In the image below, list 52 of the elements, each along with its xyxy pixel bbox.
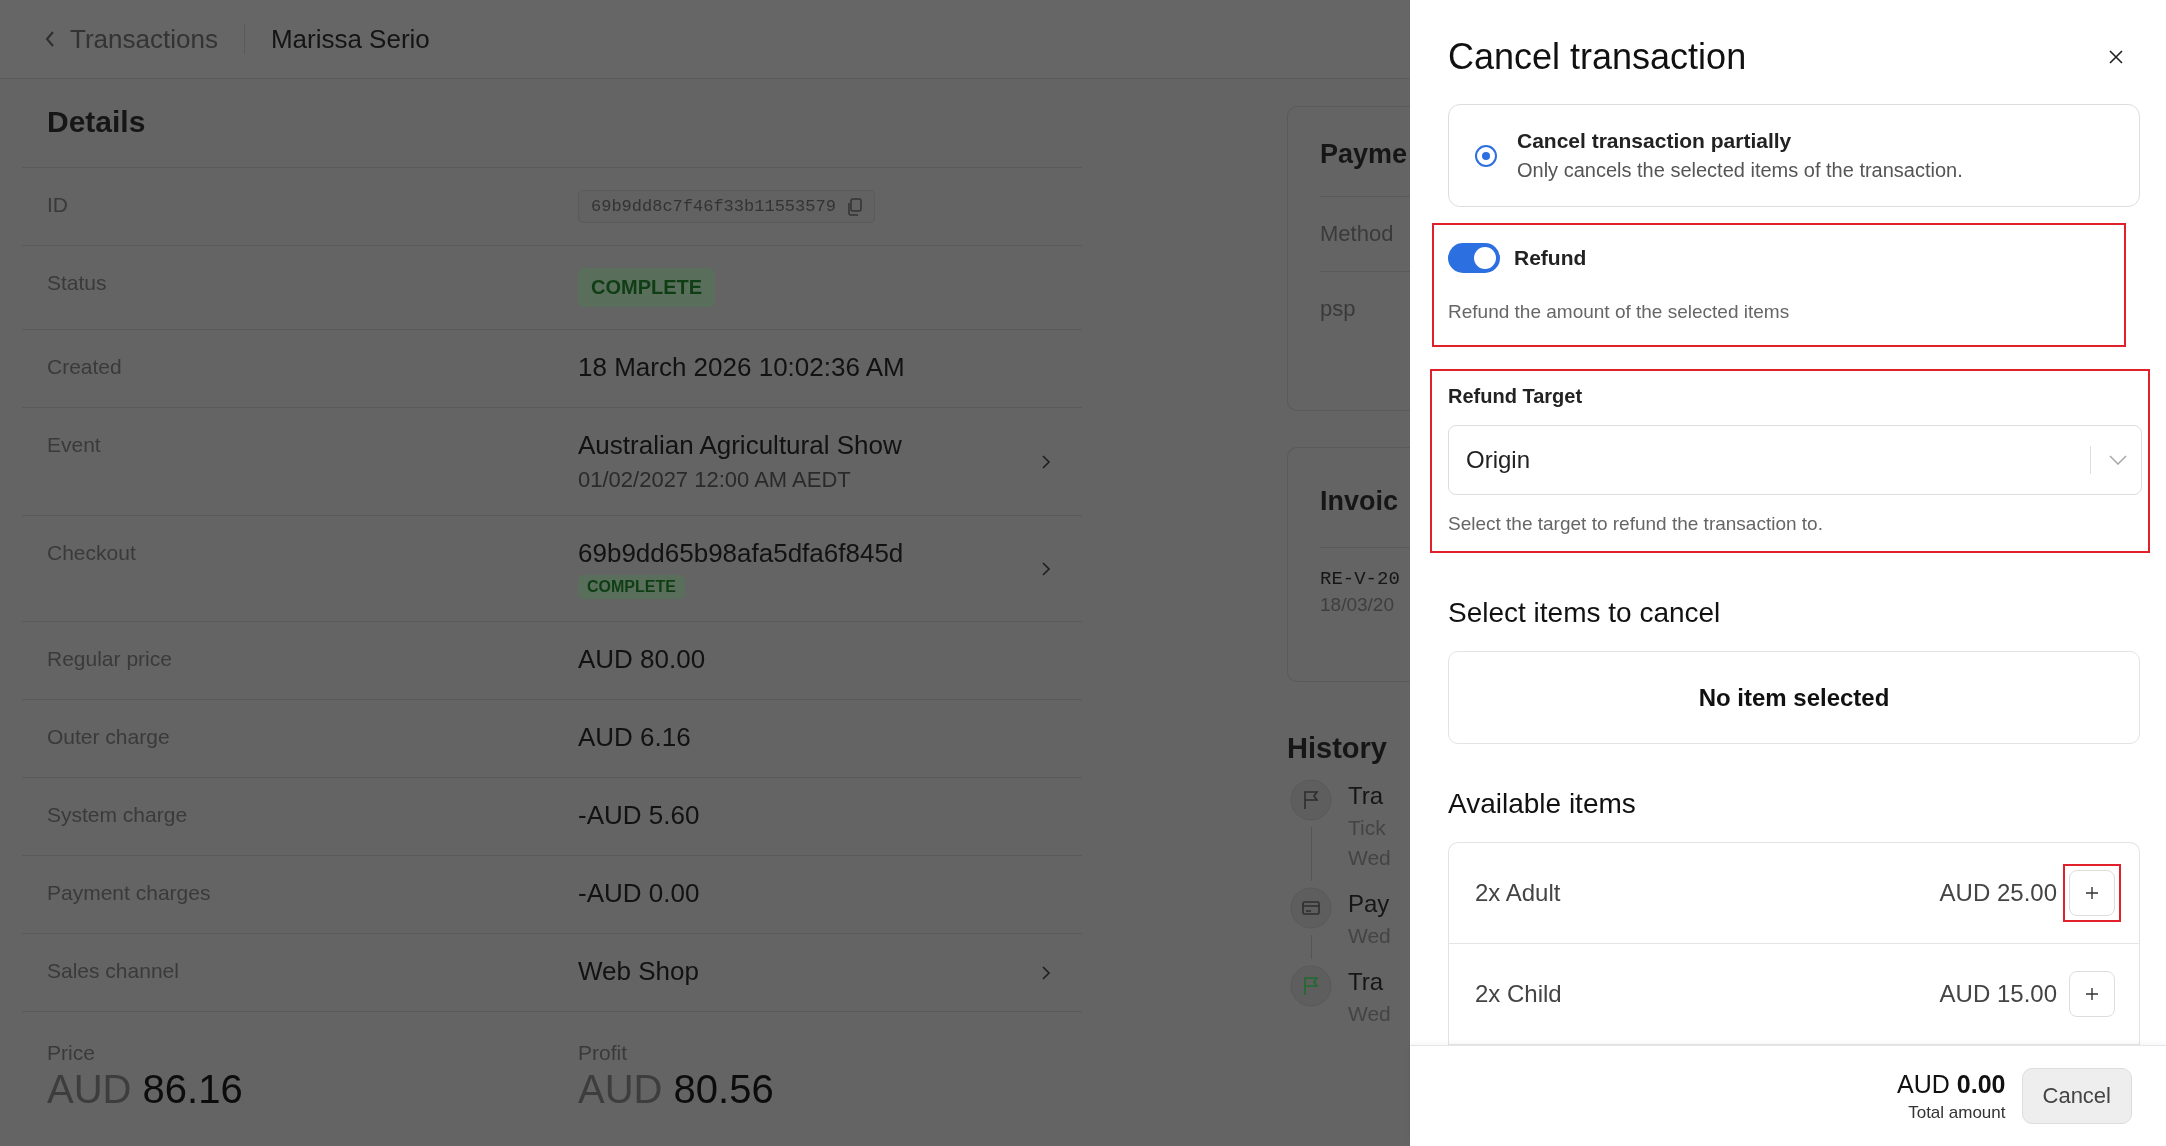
section-title: Select items to cancel	[1448, 597, 1722, 629]
option-label: Cancel transaction partially	[1517, 129, 1793, 153]
status-badge: COMPLETE	[578, 268, 716, 307]
item-price: AUD 15.00	[1939, 980, 2057, 1008]
total-caption: Total amount	[1908, 1102, 2006, 1123]
chevron-right-icon[interactable]	[1041, 453, 1051, 470]
invoice-number: RE-V-20	[1320, 568, 1401, 590]
close-icon	[2108, 49, 2124, 65]
plus-icon	[2085, 987, 2099, 1001]
empty-message: No item selected	[1698, 683, 1890, 712]
plus-icon	[2085, 886, 2099, 900]
helper-text: Select the target to refund the transaction to.	[1448, 512, 1824, 536]
cancel-button[interactable]: Cancel	[2021, 1068, 2132, 1124]
chevron-left-icon	[44, 29, 56, 49]
item-price: AUD 25.00	[1939, 879, 2057, 907]
item-name: 2x Child	[1475, 980, 1563, 1008]
chevron-right-icon[interactable]	[1041, 560, 1051, 577]
field-value: Australian Agricultural Show	[578, 430, 902, 461]
field-value: AUD 6.16	[578, 722, 691, 753]
helper-text: Refund the amount of the selected items	[1448, 300, 1791, 324]
field-subtitle: 01/02/2027 12:00 AM AEDT	[578, 467, 851, 493]
field-value: -AUD 0.00	[578, 878, 700, 909]
toggle-label: Refund	[1514, 245, 1587, 271]
field-value: 18 March 2026 10:02:36 AM	[578, 352, 905, 383]
field-value: AUD 80.00	[578, 644, 706, 675]
option-description: Only cancels the selected items of the transaction.	[1517, 159, 1963, 182]
history-entry-title: Tra	[1348, 967, 1385, 997]
radio-button[interactable]	[1475, 144, 1497, 167]
option-card[interactable]: Cancel transaction partially Only cancels the selected items of the transaction.	[1448, 104, 2140, 207]
flag-icon	[1290, 965, 1332, 1007]
field-label: Refund Target	[1448, 384, 1584, 409]
add-button[interactable]	[2069, 870, 2115, 916]
credit-card-icon	[1290, 887, 1332, 929]
field-value: -AUD 5.60	[578, 800, 700, 831]
total-amount: AUD 0.00	[1897, 1069, 2006, 1099]
section-title: Available items	[1448, 788, 1637, 820]
history-entry-title: Pay	[1348, 889, 1391, 919]
field-value: 69b9dd65b98afa5dfa6f845d	[578, 538, 904, 569]
refund-target-select[interactable]: Origin	[1448, 425, 2142, 495]
page-title: Marissa Serio	[270, 23, 430, 55]
chevron-right-icon[interactable]	[1041, 964, 1051, 981]
drawer-title: Cancel transaction	[1448, 36, 1747, 78]
toggle-switch[interactable]	[1448, 243, 1500, 273]
chevron-down-icon	[2109, 455, 2127, 465]
history-entry-title: Tra	[1348, 781, 1385, 811]
item-name: 2x Adult	[1475, 879, 1562, 907]
status-badge: COMPLETE	[578, 575, 685, 599]
section-title: History	[1287, 732, 1388, 765]
section-title: Details	[22, 79, 1082, 168]
flag-icon	[1290, 779, 1332, 821]
field-value: Web Shop	[578, 956, 699, 987]
add-button[interactable]	[2069, 971, 2115, 1017]
